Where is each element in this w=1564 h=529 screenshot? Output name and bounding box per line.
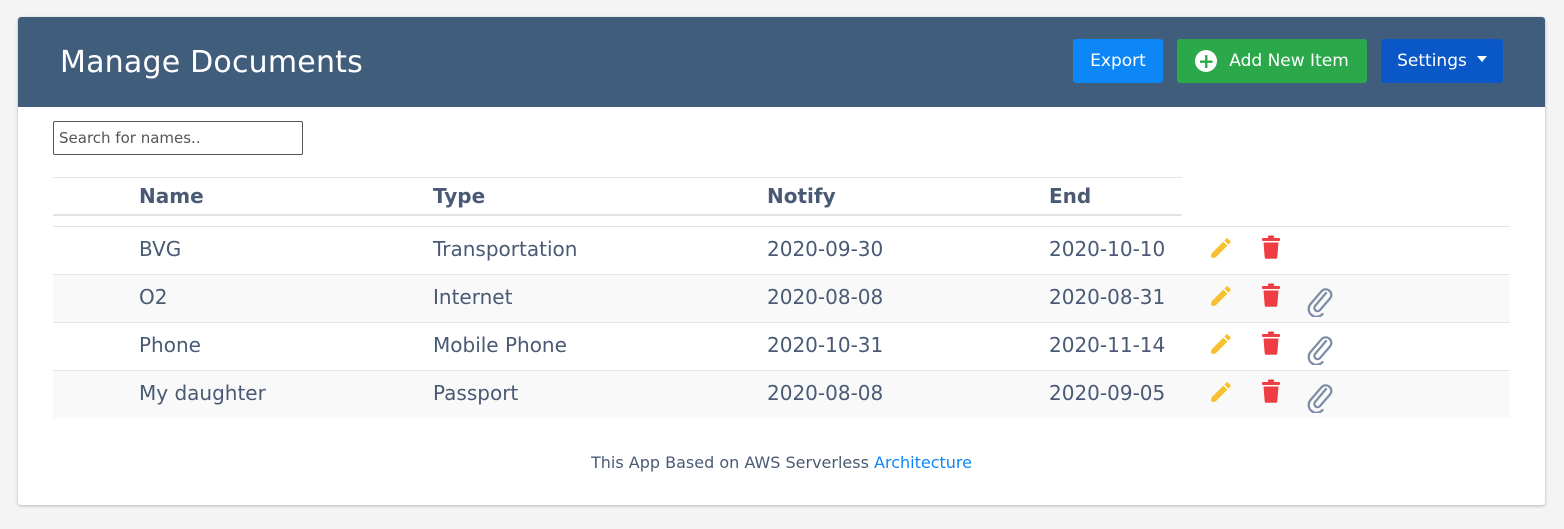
pencil-icon[interactable] — [1208, 235, 1234, 265]
footer-text: This App Based on AWS Serverless — [591, 453, 869, 472]
table-row: BVG Transportation 2020-09-30 2020-10-10 — [53, 226, 1510, 274]
pencil-icon[interactable] — [1208, 331, 1234, 361]
trash-icon[interactable] — [1261, 331, 1281, 359]
cell-type: Passport — [433, 381, 519, 405]
add-new-item-label: Add New Item — [1229, 51, 1349, 71]
table-row: My daughter Passport 2020-08-08 2020-09-… — [53, 370, 1510, 418]
paperclip-icon[interactable] — [1304, 285, 1334, 321]
export-button-label: Export — [1090, 51, 1146, 71]
search-input[interactable] — [53, 121, 303, 155]
documents-card: Manage Documents Export + Add New Item S… — [18, 17, 1545, 505]
add-new-item-button[interactable]: + Add New Item — [1177, 39, 1367, 83]
cell-notify: 2020-10-31 — [767, 333, 884, 357]
pencil-icon[interactable] — [1208, 379, 1234, 409]
cell-end: 2020-08-31 — [1049, 285, 1166, 309]
column-header-type[interactable]: Type — [433, 184, 485, 208]
settings-dropdown-button[interactable]: Settings — [1381, 39, 1503, 83]
column-header-end[interactable]: End — [1049, 184, 1091, 208]
architecture-link[interactable]: Architecture — [874, 453, 972, 472]
cell-name: BVG — [139, 237, 182, 261]
cell-notify: 2020-08-08 — [767, 285, 884, 309]
page-title: Manage Documents — [60, 45, 363, 80]
caret-down-icon — [1476, 56, 1487, 62]
cell-name: My daughter — [139, 381, 266, 405]
trash-icon[interactable] — [1261, 235, 1281, 263]
cell-type: Transportation — [433, 237, 578, 261]
column-header-notify[interactable]: Notify — [767, 184, 836, 208]
cell-end: 2020-10-10 — [1049, 237, 1166, 261]
paperclip-icon[interactable] — [1304, 381, 1334, 417]
cell-type: Internet — [433, 285, 513, 309]
table-row: Phone Mobile Phone 2020-10-31 2020-11-14 — [53, 322, 1510, 370]
column-header-name[interactable]: Name — [139, 184, 204, 208]
page-header: Manage Documents Export + Add New Item S… — [18, 17, 1545, 107]
table-header: Name Type Notify End — [53, 177, 1182, 216]
cell-name: O2 — [139, 285, 168, 309]
cell-notify: 2020-08-08 — [767, 381, 884, 405]
cell-end: 2020-11-14 — [1049, 333, 1166, 357]
footer: This App Based on AWS Serverless Archite… — [18, 453, 1545, 472]
trash-icon[interactable] — [1261, 379, 1281, 407]
paperclip-icon[interactable] — [1304, 333, 1334, 369]
pencil-icon[interactable] — [1208, 283, 1234, 313]
cell-notify: 2020-09-30 — [767, 237, 884, 261]
cell-type: Mobile Phone — [433, 333, 567, 357]
plus-circle-icon: + — [1195, 50, 1218, 72]
table-row: O2 Internet 2020-08-08 2020-08-31 — [53, 274, 1510, 322]
cell-end: 2020-09-05 — [1049, 381, 1166, 405]
trash-icon[interactable] — [1261, 283, 1281, 311]
export-button[interactable]: Export — [1073, 39, 1163, 83]
cell-name: Phone — [139, 333, 201, 357]
settings-label: Settings — [1397, 51, 1467, 71]
